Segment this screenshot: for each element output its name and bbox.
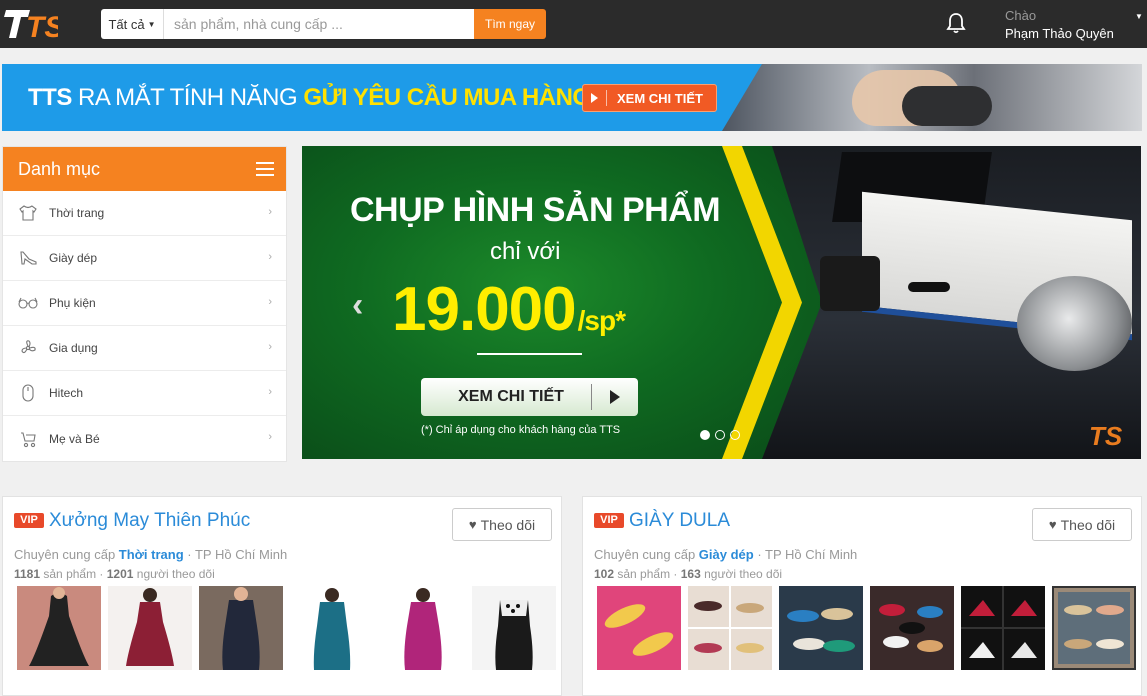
- stroller-icon: [18, 429, 38, 449]
- sidebar-item-phu-kien[interactable]: Phụ kiện ›: [3, 281, 286, 326]
- banner-headline: TTS RA MẮT TÍNH NĂNG GỬI YÊU CẦU MUA HÀN…: [28, 84, 591, 111]
- play-icon: [591, 93, 598, 103]
- shop-name[interactable]: GIÀY DULA: [629, 510, 730, 532]
- product-thumbnail[interactable]: [381, 586, 465, 670]
- promo-banner[interactable]: TTS RA MẮT TÍNH NĂNG GỬI YÊU CẦU MUA HÀN…: [2, 64, 1142, 131]
- hero-detail-button[interactable]: XEM CHI TIẾT: [421, 378, 638, 416]
- hero-price: 19.000/sp*: [392, 275, 626, 344]
- divider: [477, 353, 582, 355]
- sidebar-item-hitech[interactable]: Hitech ›: [3, 371, 286, 416]
- slider-dot[interactable]: [715, 430, 725, 440]
- play-icon: [592, 390, 638, 404]
- bell-icon[interactable]: [944, 11, 968, 35]
- camera-image: [820, 256, 880, 311]
- chevron-down-icon: ▼: [147, 19, 156, 29]
- sidebar-item-gia-dung[interactable]: Gia dụng ›: [3, 326, 286, 371]
- slider-dots: [700, 430, 740, 440]
- user-name: Phạm Thảo Quyên: [1005, 26, 1114, 41]
- product-thumbnails: [17, 586, 556, 670]
- shop-category-link[interactable]: Giày dép: [699, 547, 754, 562]
- banner-detail-button[interactable]: XEM CHI TIẾT: [582, 84, 717, 112]
- greeting-text: Chào: [1005, 8, 1037, 23]
- product-thumbnail[interactable]: [597, 586, 681, 670]
- product-thumbnail[interactable]: [688, 586, 772, 670]
- shop-supply-info: Chuyên cung cấp Thời trang · TP Hồ Chí M…: [14, 547, 288, 562]
- mouse-icon: [18, 383, 38, 403]
- user-menu-caret-icon[interactable]: ▼: [1135, 12, 1143, 21]
- product-thumbnail[interactable]: [779, 586, 863, 670]
- chevron-right-icon: ›: [268, 206, 272, 218]
- svg-text:TS: TS: [26, 11, 58, 42]
- banner-mouse-image: [902, 86, 992, 126]
- hero-title: CHỤP HÌNH SẢN PHẨM: [350, 191, 721, 229]
- shop-card: VIP Xưởng May Thiên Phúc ♥ Theo dõi Chuy…: [2, 496, 562, 696]
- vip-badge: VIP: [14, 513, 44, 528]
- shirt-icon: [18, 203, 38, 223]
- heart-icon: ♥: [1048, 517, 1057, 532]
- shop-name[interactable]: Xưởng May Thiên Phúc: [49, 510, 250, 532]
- vip-badge: VIP: [594, 513, 624, 528]
- follow-button[interactable]: ♥ Theo dõi: [452, 508, 552, 541]
- sidebar-item-me-va-be[interactable]: Mẹ và Bé ›: [3, 416, 286, 461]
- heart-icon: ♥: [468, 517, 477, 532]
- search-bar: Tất cả ▼ Tìm ngay: [101, 9, 546, 39]
- chevron-right-icon: ›: [268, 431, 272, 443]
- product-thumbnail[interactable]: [17, 586, 101, 670]
- search-category-label: Tất cả: [108, 16, 145, 32]
- slider-dot[interactable]: [730, 430, 740, 440]
- shop-stats: 1181 sản phẩm · 1201 người theo dõi: [14, 567, 215, 581]
- follow-button[interactable]: ♥ Theo dõi: [1032, 508, 1132, 541]
- hero-subtitle: chỉ với: [490, 238, 561, 265]
- category-header[interactable]: Danh mục: [3, 147, 286, 191]
- category-sidebar: Danh mục Thời trang › Giày dép › Phụ kiệ…: [2, 146, 287, 462]
- hero-note: (*) Chỉ áp dụng cho khách hàng của TTS: [421, 424, 621, 436]
- hero-slider[interactable]: CHỤP HÌNH SẢN PHẨM chỉ với ‹ 19.000/sp* …: [302, 146, 1141, 459]
- chevron-right-icon: ›: [268, 341, 272, 353]
- search-button[interactable]: Tìm ngay: [474, 9, 546, 39]
- product-thumbnail[interactable]: [472, 586, 556, 670]
- product-thumbnail[interactable]: [1052, 586, 1136, 670]
- product-thumbnail[interactable]: [870, 586, 954, 670]
- search-input[interactable]: [164, 9, 474, 39]
- product-thumbnail[interactable]: [290, 586, 374, 670]
- product-thumbnail[interactable]: [961, 586, 1045, 670]
- tts-logo[interactable]: TS: [4, 6, 58, 42]
- sidebar-item-giay-dep[interactable]: Giày dép ›: [3, 236, 286, 281]
- shop-category-link[interactable]: Thời trang: [119, 547, 184, 562]
- slider-dot[interactable]: [700, 430, 710, 440]
- shop-card: VIP GIÀY DULA ♥ Theo dõi Chuyên cung cấp…: [582, 496, 1142, 696]
- glasses-icon: [18, 293, 38, 313]
- product-thumbnail[interactable]: [108, 586, 192, 670]
- user-menu[interactable]: Chào Phạm Thảo Quyên: [1005, 8, 1114, 41]
- shop-stats: 102 sản phẩm · 163 người theo dõi: [594, 567, 783, 581]
- top-navbar: TS Tất cả ▼ Tìm ngay Chào Phạm Thảo Quyê…: [0, 0, 1147, 48]
- shoe-icon: [18, 248, 38, 268]
- sunglasses-image: [908, 282, 950, 292]
- studio-lamp-image: [1017, 276, 1132, 371]
- chevron-right-icon: ›: [268, 251, 272, 263]
- category-title: Danh mục: [18, 158, 101, 179]
- tts-watermark: TS: [1089, 421, 1123, 451]
- chevron-left-icon[interactable]: ‹: [352, 286, 363, 325]
- fan-icon: [18, 338, 38, 358]
- product-thumbnails: [597, 586, 1136, 670]
- chevron-right-icon: ›: [268, 296, 272, 308]
- shop-supply-info: Chuyên cung cấp Giày dép · TP Hồ Chí Min…: [594, 547, 858, 562]
- product-thumbnail[interactable]: [199, 586, 283, 670]
- sidebar-item-thoi-trang[interactable]: Thời trang ›: [3, 191, 286, 236]
- chevron-right-icon: ›: [268, 386, 272, 398]
- hamburger-icon[interactable]: [256, 162, 274, 176]
- search-category-select[interactable]: Tất cả ▼: [101, 9, 164, 39]
